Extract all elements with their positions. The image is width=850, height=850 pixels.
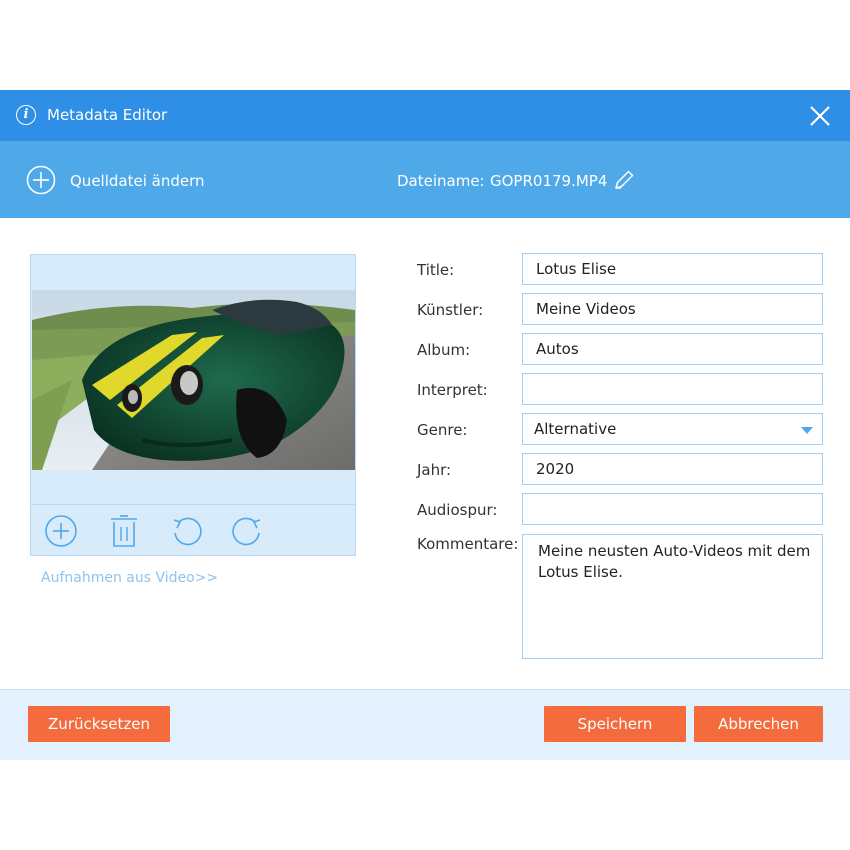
cover-preview-panel xyxy=(30,254,356,556)
comment-label: Kommentare: xyxy=(417,535,519,553)
album-label: Album: xyxy=(417,341,471,359)
genre-value: Alternative xyxy=(534,420,617,438)
filename-value: GOPR0179.MP4 xyxy=(490,172,608,190)
change-source-button[interactable]: Quelldatei ändern xyxy=(70,172,205,190)
close-icon[interactable] xyxy=(806,102,834,130)
info-icon: i xyxy=(16,105,36,125)
year-label: Jahr: xyxy=(417,461,452,479)
save-button[interactable]: Speichern xyxy=(544,706,686,742)
chevron-down-icon[interactable] xyxy=(801,427,813,434)
rotate-right-icon[interactable] xyxy=(230,514,264,548)
genre-select[interactable]: Alternative xyxy=(522,413,823,445)
dialog-footer: Zurücksetzen Speichern Abbrechen xyxy=(0,689,850,760)
audio-track-label: Audiospur: xyxy=(417,501,498,519)
source-file-bar: Quelldatei ändern Dateiname: GOPR0179.MP… xyxy=(0,141,850,218)
title-label: Title: xyxy=(417,261,455,279)
dialog-title: Metadata Editor xyxy=(47,106,168,124)
cancel-button[interactable]: Abbrechen xyxy=(694,706,823,742)
pencil-icon[interactable] xyxy=(612,168,636,192)
performer-field[interactable] xyxy=(522,373,823,405)
add-icon[interactable] xyxy=(44,514,78,548)
title-field[interactable]: Lotus Elise xyxy=(522,253,823,285)
rotate-left-icon[interactable] xyxy=(170,514,204,548)
filename-label: Dateiname: xyxy=(397,172,485,190)
capture-from-video-link[interactable]: Aufnahmen aus Video>> xyxy=(41,570,218,586)
artist-label: Künstler: xyxy=(417,301,484,319)
add-source-icon[interactable] xyxy=(26,165,56,195)
year-field[interactable]: 2020 xyxy=(522,453,823,485)
reset-button[interactable]: Zurücksetzen xyxy=(28,706,170,742)
artist-field[interactable]: Meine Videos xyxy=(522,293,823,325)
dialog-titlebar: i Metadata Editor xyxy=(0,90,850,141)
metadata-editor-dialog: i Metadata Editor Quelldatei ändern Date… xyxy=(0,90,850,760)
album-field[interactable]: Autos xyxy=(522,333,823,365)
controls-divider xyxy=(31,504,355,505)
performer-label: Interpret: xyxy=(417,381,488,399)
cover-image xyxy=(32,290,355,470)
trash-icon[interactable] xyxy=(107,514,141,548)
genre-label: Genre: xyxy=(417,421,468,439)
comment-field[interactable]: Meine neusten Auto-Videos mit dem Lotus … xyxy=(522,534,823,659)
audio-track-field[interactable] xyxy=(522,493,823,525)
background-app-tabs xyxy=(0,0,850,90)
